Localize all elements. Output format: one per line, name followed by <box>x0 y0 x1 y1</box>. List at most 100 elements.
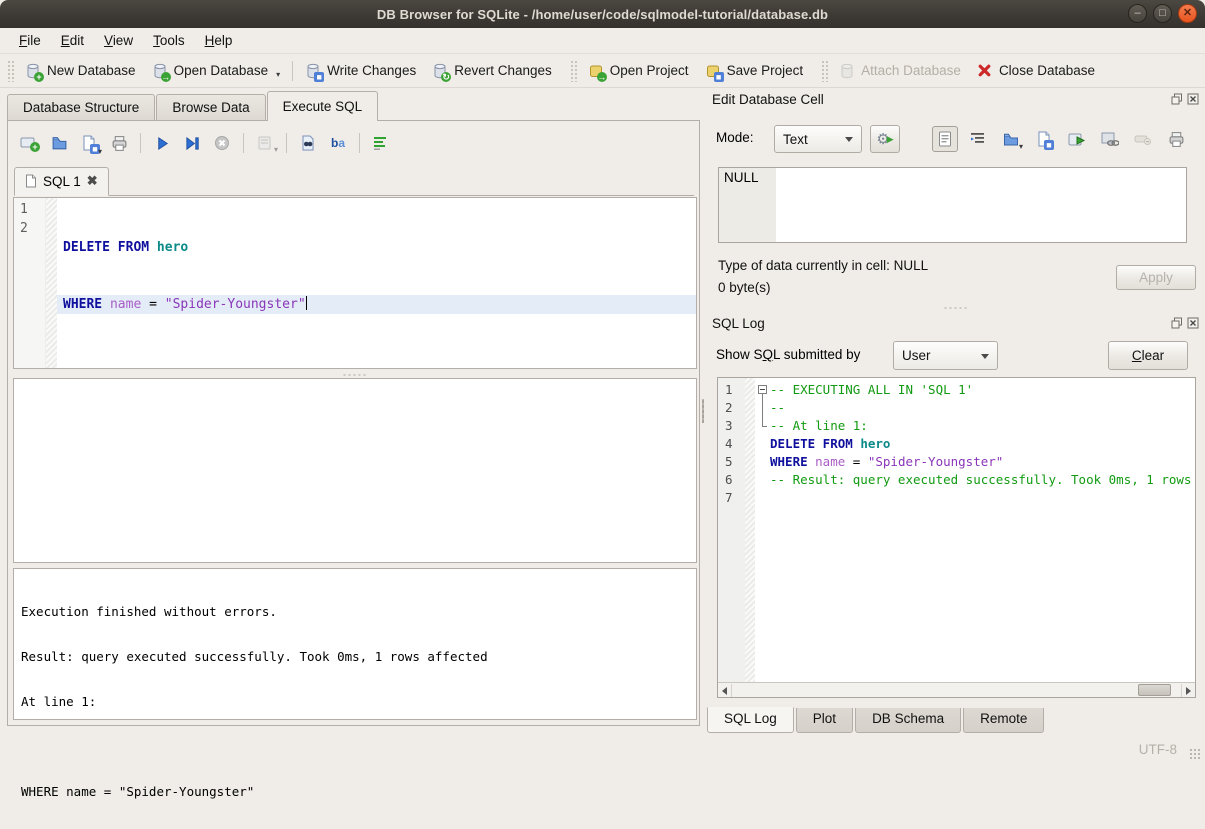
new-sql-tab-button[interactable]: + <box>16 130 42 156</box>
print-cell-button[interactable] <box>1163 126 1189 152</box>
toolbar-grip[interactable] <box>570 60 577 82</box>
mode-combobox[interactable]: Text <box>774 125 862 153</box>
maximize-icon[interactable]: □ <box>1153 4 1172 23</box>
close-icon[interactable]: ✕ <box>1178 4 1197 23</box>
word-wrap-button[interactable] <box>368 130 394 156</box>
auto-format-button[interactable]: ba <box>325 130 351 156</box>
menu-edit[interactable]: Edit <box>52 30 93 51</box>
export-cell-icon <box>1068 132 1086 147</box>
tab-sql-log[interactable]: SQL Log <box>707 707 794 733</box>
cell-type-info: Type of data currently in cell: NULL <box>718 258 928 273</box>
sql-file-tab[interactable]: SQL 1 ✖ <box>14 167 109 196</box>
open-sql-file-icon <box>51 135 68 152</box>
write-changes-icon: ■ <box>305 63 321 79</box>
resize-grip-icon[interactable] <box>1189 748 1202 761</box>
float-dock-icon[interactable] <box>1171 317 1183 329</box>
cell-value-editor[interactable]: NULL <box>718 167 1187 243</box>
cell-size-info: 0 byte(s) <box>718 280 771 295</box>
tab-execute-sql[interactable]: Execute SQL <box>267 91 379 121</box>
save-cell-data-button[interactable]: ■ <box>1031 126 1057 152</box>
save-project-button[interactable]: ■ Save Project <box>697 59 812 83</box>
cell-value: NULL <box>719 168 776 242</box>
image-link-button[interactable] <box>1097 126 1123 152</box>
log-horizontal-scrollbar[interactable] <box>718 682 1195 697</box>
sql-file-tabbar: SQL 1 ✖ <box>14 167 694 196</box>
save-results-icon: ▾ <box>257 135 273 151</box>
sql-file-tab-label: SQL 1 <box>43 174 81 189</box>
write-changes-button[interactable]: ■ Write Changes <box>297 59 424 83</box>
execution-message-pane[interactable]: Execution finished without errors. Resul… <box>13 568 697 720</box>
attach-database-icon <box>839 63 855 79</box>
export-cell-button[interactable] <box>1064 126 1090 152</box>
save-sql-file-icon: ■ <box>81 135 97 151</box>
close-dock-icon[interactable] <box>1187 93 1199 105</box>
open-database-dropdown-icon[interactable]: ▾ <box>276 70 280 79</box>
titlebar[interactable]: DB Browser for SQLite - /home/user/code/… <box>0 0 1205 28</box>
find-button[interactable] <box>295 130 321 156</box>
main-tabbar: Database Structure Browse Data Execute S… <box>7 93 379 121</box>
scroll-right-icon[interactable] <box>1181 684 1195 697</box>
menu-file[interactable]: File <box>10 30 50 51</box>
attach-database-button[interactable]: Attach Database <box>831 59 969 83</box>
close-database-button[interactable]: Close Database <box>969 59 1103 83</box>
clear-button[interactable]: Clear <box>1108 341 1188 370</box>
execute-line-button[interactable] <box>179 130 205 156</box>
stop-icon <box>214 135 230 151</box>
execute-sql-panel: + ■ ▾ <box>7 120 700 726</box>
print-button[interactable] <box>106 130 132 156</box>
new-database-button[interactable]: + New Database <box>17 59 144 83</box>
statusbar: UTF-8 <box>0 733 1205 764</box>
log-line-numbers: 1 2 3 4 5 6 7 <box>718 378 745 682</box>
save-sql-file-button[interactable]: ■ ▾ <box>76 130 102 156</box>
open-database-button[interactable]: → Open Database ▾ <box>144 59 289 83</box>
editor-code-area[interactable]: DELETE FROM hero WHERE name = "Spider-Yo… <box>57 198 696 368</box>
filter-label: Show SQL submitted by <box>716 347 860 362</box>
encoding-indicator[interactable]: UTF-8 <box>1139 742 1177 757</box>
editor-line-2-current: WHERE name = "Spider-Youngster" <box>57 295 696 314</box>
menu-help[interactable]: Help <box>196 30 242 51</box>
sql-editor[interactable]: 1 2 DELETE FROM hero WHERE name = "Spide… <box>13 197 697 369</box>
app-window: { "window": { "title": "DB Browser for S… <box>0 0 1205 764</box>
set-null-button[interactable] <box>1130 126 1156 152</box>
tab-remote[interactable]: Remote <box>963 708 1044 733</box>
log-fold-margin <box>755 378 770 682</box>
tab-database-structure[interactable]: Database Structure <box>7 94 155 121</box>
close-dock-icon[interactable] <box>1187 317 1199 329</box>
execute-all-icon <box>155 136 170 151</box>
dock-tabbar: SQL Log Plot DB Schema Remote <box>707 708 1046 733</box>
submitted-by-combobox[interactable]: User <box>893 341 998 370</box>
tab-close-icon[interactable]: ✖ <box>87 173 98 189</box>
cell-settings-button[interactable]: ⚙ ▶ <box>870 125 900 153</box>
text-cursor <box>306 296 308 310</box>
apply-button[interactable]: Apply <box>1116 265 1196 290</box>
menu-view[interactable]: View <box>95 30 142 51</box>
execute-all-button[interactable] <box>149 130 175 156</box>
tab-db-schema[interactable]: DB Schema <box>855 708 961 733</box>
scrollbar-thumb[interactable] <box>1138 684 1171 696</box>
results-grid-pane[interactable] <box>13 378 697 563</box>
float-dock-icon[interactable] <box>1171 93 1183 105</box>
open-project-button[interactable]: → Open Project <box>580 59 697 83</box>
revert-changes-button[interactable]: ↻ Revert Changes <box>424 59 560 83</box>
dock-splitter[interactable] <box>706 304 1205 312</box>
find-icon <box>300 135 316 151</box>
sql-log-dock-title: SQL Log <box>712 316 1199 336</box>
fold-collapse-icon[interactable] <box>758 385 767 394</box>
save-results-button[interactable]: ▾ <box>252 130 278 156</box>
toolbar-grip[interactable] <box>821 60 828 82</box>
menu-tools[interactable]: Tools <box>144 30 194 51</box>
sql-log-view[interactable]: 1 2 3 4 5 6 7 -- EXECUTING ALL IN 'SQL 1… <box>717 377 1196 698</box>
tab-browse-data[interactable]: Browse Data <box>156 94 265 121</box>
text-mode-button[interactable] <box>932 126 958 152</box>
scroll-left-icon[interactable] <box>718 684 732 697</box>
main-content: Database Structure Browse Data Execute S… <box>0 88 1205 733</box>
stop-button[interactable] <box>209 130 235 156</box>
import-cell-data-button[interactable]: ▾ <box>998 126 1024 152</box>
word-wrap-cell-button[interactable] <box>965 126 991 152</box>
open-project-icon: → <box>588 63 604 79</box>
tab-plot[interactable]: Plot <box>796 708 853 733</box>
minimize-icon[interactable]: – <box>1128 4 1147 23</box>
log-code-area: -- EXECUTING ALL IN 'SQL 1' -- -- At lin… <box>770 378 1195 682</box>
toolbar-grip[interactable] <box>7 60 14 82</box>
open-sql-file-button[interactable] <box>46 130 72 156</box>
